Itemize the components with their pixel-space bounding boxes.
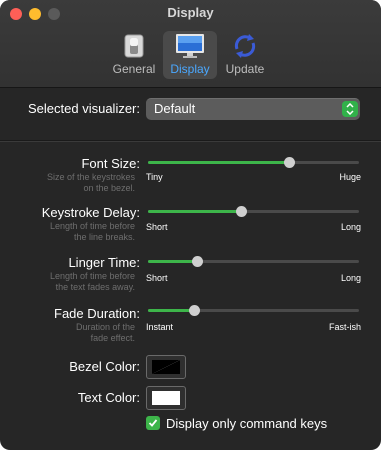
keystroke-delay-min-label: Short [146, 222, 168, 232]
monitor-icon [174, 31, 206, 61]
preferences-window: Display General Display Update Selected … [0, 0, 381, 450]
display-only-command-keys-label: Display only command keys [166, 416, 328, 431]
tab-update[interactable]: Update [222, 31, 268, 79]
fade-duration-min-label: Instant [146, 322, 174, 332]
chevron-updown-icon [342, 101, 358, 117]
refresh-icon [229, 31, 261, 61]
bezel-color-label: Bezel Color: [69, 359, 140, 374]
keystroke-delay-slider[interactable] [148, 202, 359, 222]
titlebar: Display General Display Update [0, 0, 381, 88]
tab-display[interactable]: Display [163, 31, 217, 79]
fade-duration-description: Duration of the fade effect. [75, 322, 135, 343]
slider-knob[interactable] [235, 206, 247, 217]
linger-time-max-label: Long [340, 273, 361, 283]
text-color-swatch [152, 391, 180, 405]
tab-display-label: Display [170, 62, 210, 76]
tab-general-label: General [112, 62, 156, 76]
bezel-color-swatch [152, 360, 180, 374]
display-only-command-keys-checkbox[interactable] [146, 416, 160, 430]
font-size-slider[interactable] [148, 153, 359, 173]
linger-time-min-label: Short [146, 273, 168, 283]
tab-general[interactable]: General [110, 31, 158, 79]
checkmark-icon [148, 419, 158, 427]
linger-time-label: Linger Time: [68, 255, 140, 270]
keystroke-delay-description: Length of time before the line breaks. [49, 221, 135, 242]
window-title: Display [167, 5, 214, 20]
slider-knob[interactable] [284, 157, 296, 168]
separator [0, 140, 381, 142]
font-size-label: Font Size: [81, 156, 140, 171]
text-color-label: Text Color: [77, 390, 140, 405]
keystroke-delay-label: Keystroke Delay: [41, 205, 140, 220]
slider-knob[interactable] [191, 256, 203, 267]
font-size-min-label: Tiny [146, 172, 163, 182]
tab-update-label: Update [225, 62, 265, 76]
font-size-max-label: Huge [339, 172, 361, 182]
linger-time-description: Length of time before the text fades awa… [49, 271, 135, 292]
visualizer-label: Selected visualizer: [28, 101, 140, 116]
visualizer-popup[interactable]: Default [146, 98, 360, 120]
text-color-well[interactable] [146, 386, 186, 410]
toggle-switch-icon [118, 31, 150, 61]
slider-knob[interactable] [189, 305, 201, 316]
font-size-description: Size of the keystrokes on the bezel. [46, 172, 135, 193]
keystroke-delay-max-label: Long [340, 222, 361, 232]
fade-duration-max-label: Fast-ish [328, 322, 361, 332]
fade-duration-slider[interactable] [148, 301, 359, 321]
linger-time-slider[interactable] [148, 252, 359, 272]
bezel-color-well[interactable] [146, 355, 186, 379]
visualizer-value: Default [154, 101, 196, 116]
fade-duration-label: Fade Duration: [54, 306, 140, 321]
